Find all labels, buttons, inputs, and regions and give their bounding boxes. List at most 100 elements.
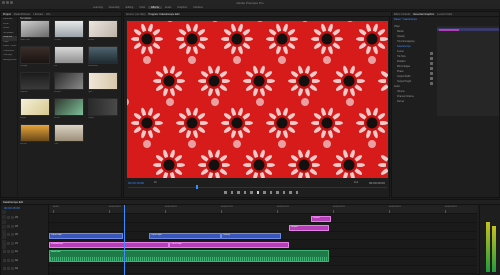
effect-row[interactable]: Output Width <box>397 76 410 80</box>
template-thumbnail[interactable] <box>54 46 84 64</box>
quality-dropdown[interactable]: Full <box>354 181 358 184</box>
keyframe-toggle-icon[interactable] <box>430 66 433 70</box>
step-forward-icon[interactable] <box>263 191 266 194</box>
timeline-clip[interactable]: Clip 01.mp4 <box>49 233 123 239</box>
effect-row[interactable]: Output Height <box>397 81 411 85</box>
tab-sequence[interactable]: Kaleidoscope Edit <box>3 201 23 204</box>
workspace-tab-libraries[interactable]: Libraries <box>190 6 206 9</box>
razor-tool-icon[interactable] <box>2 225 6 229</box>
play-icon[interactable] <box>256 191 259 194</box>
keyframe-toggle-icon[interactable] <box>430 81 433 85</box>
effect-row[interactable]: Audio <box>394 86 400 90</box>
workspace-tab-assembly[interactable]: Assembly <box>106 6 123 9</box>
eye-icon[interactable] <box>11 267 14 270</box>
workspace-tab-color[interactable]: Color <box>136 6 148 9</box>
tab-essential-graphics[interactable]: Essential Graphics <box>413 13 434 16</box>
tab-info[interactable]: Info <box>46 13 50 16</box>
workspace-tab-graphics[interactable]: Graphics <box>174 6 190 9</box>
effect-row[interactable]: Opacity <box>397 36 405 40</box>
effect-row[interactable]: Video <box>394 26 400 30</box>
lift-icon[interactable] <box>276 191 279 194</box>
template-thumbnail[interactable] <box>20 72 50 90</box>
toggle-output-icon[interactable] <box>7 233 10 236</box>
out-point-icon[interactable] <box>237 191 240 194</box>
tab-project[interactable]: Project <box>3 13 11 16</box>
playhead-marker[interactable] <box>196 185 198 189</box>
tab-source[interactable]: Source: (no clips) <box>126 13 145 16</box>
timeline-clip[interactable]: Kaleidoscope <box>49 241 169 248</box>
track-area[interactable]: Clip 01.mp4 Kaleidoscope Clip 02.mp4 Clip 0… <box>49 214 477 275</box>
keyframe-area[interactable] <box>437 26 499 116</box>
in-point-icon[interactable] <box>230 191 233 194</box>
effect-row[interactable]: Mirror Edges <box>397 66 410 70</box>
timeline-clip[interactable]: Music.wav <box>49 250 329 262</box>
keyframe-toggle-icon[interactable] <box>430 56 433 60</box>
keyframe-toggle-icon[interactable] <box>430 51 433 55</box>
tab-lumetri[interactable]: Lumetri Color <box>437 13 452 16</box>
export-frame-icon[interactable] <box>289 191 292 194</box>
effect-row[interactable]: Rotation <box>397 61 406 65</box>
template-thumbnail[interactable] <box>54 124 84 142</box>
tab-media-browser[interactable]: Media Browser <box>14 13 31 16</box>
playhead-bar[interactable] <box>128 187 387 188</box>
effect-row[interactable]: Motion <box>397 31 404 35</box>
template-thumbnail[interactable] <box>20 20 50 38</box>
time-ruler[interactable]: 00:00 00:00:04:23 00:00:09:23 00:00:14:23 00… <box>49 205 477 214</box>
template-thumbnail[interactable] <box>88 72 118 90</box>
workspace-tab-effects[interactable]: Effects <box>148 5 162 9</box>
go-to-out-icon[interactable] <box>269 191 272 194</box>
template-thumbnail[interactable] <box>88 98 118 116</box>
ripple-edit-tool-icon[interactable] <box>2 220 6 224</box>
eye-icon[interactable] <box>11 233 14 236</box>
eye-icon[interactable] <box>11 250 14 253</box>
workspace-tab-audio[interactable]: Audio <box>162 6 174 9</box>
step-back-icon[interactable] <box>250 191 253 194</box>
eye-icon[interactable] <box>11 258 14 262</box>
type-tool-icon[interactable] <box>2 245 6 249</box>
bin-item[interactable]: Backgrounds <box>2 59 17 64</box>
pen-tool-icon[interactable] <box>2 235 6 239</box>
selection-tool-icon[interactable] <box>2 210 6 214</box>
effect-row[interactable]: Tile Size <box>397 56 406 60</box>
extract-icon[interactable] <box>282 191 285 194</box>
template-thumbnail[interactable] <box>88 20 118 38</box>
workspace-tab-learning[interactable]: Learning <box>90 6 106 9</box>
keyframe-toggle-icon[interactable] <box>430 76 433 80</box>
lock-icon[interactable] <box>3 267 6 270</box>
track-select-tool-icon[interactable] <box>2 215 6 219</box>
toggle-output-icon[interactable] <box>7 250 10 253</box>
marker-icon[interactable] <box>224 191 227 194</box>
track-row[interactable] <box>49 225 477 232</box>
effect-row[interactable]: Kaleidoscope <box>397 46 411 50</box>
tab-libraries[interactable]: Libraries <box>33 13 43 16</box>
toggle-output-icon[interactable] <box>7 241 10 245</box>
tab-effect-controls[interactable]: Effect Controls <box>394 13 410 16</box>
timeline-clip[interactable]: Graphic <box>289 224 329 231</box>
template-thumbnail[interactable] <box>88 46 118 64</box>
go-to-in-icon[interactable] <box>243 191 246 194</box>
video-viewer[interactable] <box>127 21 388 178</box>
effect-row[interactable]: Volume <box>397 91 405 95</box>
keyframe-toggle-icon[interactable] <box>430 71 433 75</box>
effect-row[interactable]: Phase <box>397 71 404 75</box>
fit-dropdown[interactable]: Fit <box>154 181 157 184</box>
template-thumbnail[interactable] <box>54 20 84 38</box>
timeline-clip[interactable]: Clip 02.mp4 <box>149 233 221 239</box>
timeline-playhead[interactable] <box>124 205 125 275</box>
timeline-clip[interactable]: Graphic <box>311 216 331 222</box>
hand-tool-icon[interactable] <box>2 240 6 244</box>
track-row[interactable] <box>49 216 477 223</box>
template-thumbnail[interactable] <box>54 72 84 90</box>
slip-tool-icon[interactable] <box>2 230 6 234</box>
effect-row[interactable]: Panner <box>397 101 404 105</box>
tab-program[interactable]: Program: Kaleidoscope Edit <box>148 13 179 16</box>
toggle-output-icon[interactable] <box>7 258 10 262</box>
template-thumbnail[interactable] <box>20 124 50 142</box>
template-thumbnail[interactable] <box>20 46 50 64</box>
eye-icon[interactable] <box>11 216 14 219</box>
timeline-clip[interactable]: Clip 03.mp4 <box>169 241 289 248</box>
toggle-output-icon[interactable] <box>7 216 10 219</box>
toggle-output-icon[interactable] <box>7 267 10 270</box>
toggle-output-icon[interactable] <box>7 224 10 228</box>
template-thumbnail[interactable] <box>20 98 50 116</box>
